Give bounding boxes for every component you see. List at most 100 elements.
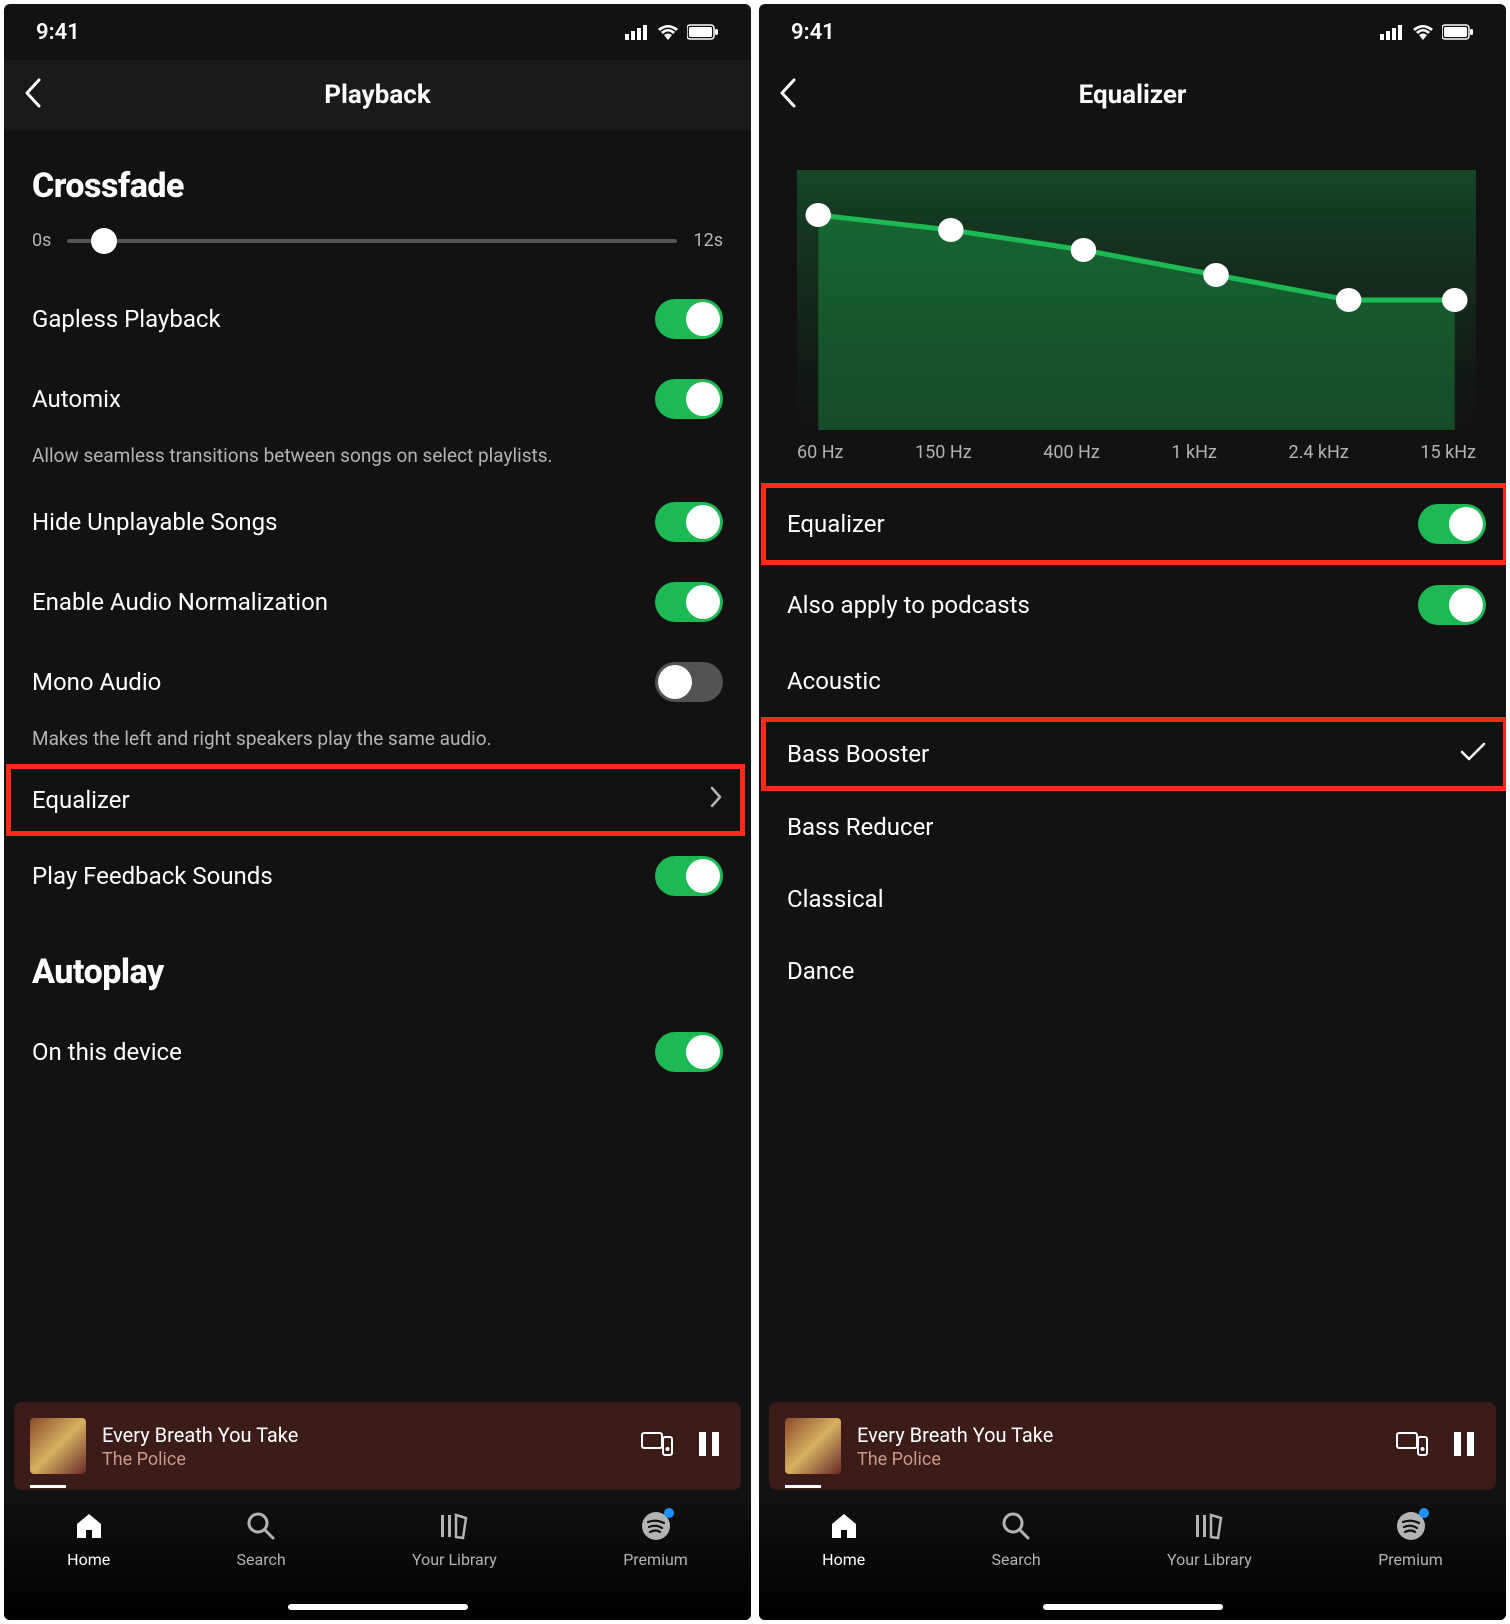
eq-label: 2.4 kHz	[1288, 442, 1348, 463]
tab-library[interactable]: Your Library	[412, 1510, 497, 1569]
toggle-knob-icon	[686, 1035, 720, 1069]
progress-indicator	[30, 1485, 66, 1488]
eq-label: 1 kHz	[1171, 442, 1216, 463]
devices-button[interactable]	[1392, 1426, 1432, 1466]
automix-row: Automix	[32, 359, 723, 439]
tab-premium[interactable]: Premium	[623, 1510, 688, 1569]
track-title: Every Breath You Take	[102, 1423, 621, 1447]
header: Playback	[4, 60, 751, 130]
automix-toggle[interactable]	[655, 379, 723, 419]
header: Equalizer	[759, 60, 1506, 130]
mono-desc: Makes the left and right speakers play t…	[32, 726, 723, 753]
gapless-row: Gapless Playback	[32, 279, 723, 359]
pause-button[interactable]	[693, 1426, 725, 1466]
back-button[interactable]	[24, 78, 42, 112]
normalize-row: Enable Audio Normalization	[32, 562, 723, 642]
preset-dance[interactable]: Dance	[787, 935, 1486, 1007]
toggle-knob-icon	[686, 382, 720, 416]
track-artist: The Police	[857, 1449, 1376, 1470]
pause-icon	[1452, 1430, 1476, 1458]
track-artist: The Police	[102, 1449, 621, 1470]
chevron-right-icon	[709, 785, 723, 815]
slider-min: 0s	[32, 230, 51, 251]
content: 60 Hz 150 Hz 400 Hz 1 kHz 2.4 kHz 15 kHz…	[759, 130, 1506, 1007]
feedback-row: Play Feedback Sounds	[32, 836, 723, 916]
battery-icon	[1442, 24, 1474, 40]
eq-label: 400 Hz	[1043, 442, 1100, 463]
page-title: Playback	[324, 80, 430, 110]
section-autoplay: Autoplay	[32, 952, 723, 992]
toggle-knob-icon	[1449, 588, 1483, 622]
hide-row: Hide Unplayable Songs	[32, 482, 723, 562]
section-crossfade: Crossfade	[32, 166, 723, 206]
now-playing-bar[interactable]: Every Breath You Take The Police	[14, 1402, 741, 1490]
mono-label: Mono Audio	[32, 668, 161, 696]
tab-home[interactable]: Home	[67, 1510, 110, 1569]
signal-icon	[625, 24, 649, 40]
preset-classical[interactable]: Classical	[787, 863, 1486, 935]
home-icon	[828, 1510, 860, 1542]
gapless-toggle[interactable]	[655, 299, 723, 339]
preset-label: Acoustic	[787, 667, 881, 695]
tab-home-label: Home	[67, 1550, 110, 1569]
home-icon	[73, 1510, 105, 1542]
back-button[interactable]	[779, 78, 797, 112]
equalizer-graph[interactable]	[797, 170, 1476, 430]
crossfade-slider-row: 0s 12s	[32, 230, 723, 251]
wifi-icon	[1412, 24, 1434, 40]
mono-toggle[interactable]	[655, 662, 723, 702]
preset-bass-reducer[interactable]: Bass Reducer	[787, 791, 1486, 863]
equalizer-screen: 9:41 Equalizer 60 Hz	[759, 4, 1506, 1620]
tab-premium[interactable]: Premium	[1378, 1510, 1443, 1569]
now-playing-text: Every Breath You Take The Police	[102, 1423, 621, 1470]
podcasts-label: Also apply to podcasts	[787, 591, 1030, 619]
pause-icon	[697, 1430, 721, 1458]
home-indicator-icon	[288, 1604, 468, 1610]
tab-home[interactable]: Home	[822, 1510, 865, 1569]
status-icons	[625, 24, 719, 40]
pause-button[interactable]	[1448, 1426, 1480, 1466]
progress-indicator	[785, 1485, 821, 1488]
equalizer-toggle[interactable]	[1418, 504, 1486, 544]
hide-toggle[interactable]	[655, 502, 723, 542]
crossfade-slider[interactable]	[67, 239, 677, 243]
tab-library[interactable]: Your Library	[1167, 1510, 1252, 1569]
eq-freq-labels: 60 Hz 150 Hz 400 Hz 1 kHz 2.4 kHz 15 kHz	[797, 442, 1476, 463]
tab-bar: Home Search Your Library Premium	[4, 1492, 751, 1620]
normalize-toggle[interactable]	[655, 582, 723, 622]
album-art	[30, 1418, 86, 1474]
search-icon	[1000, 1510, 1032, 1542]
track-title: Every Breath You Take	[857, 1423, 1376, 1447]
slider-max: 12s	[693, 230, 723, 251]
preset-bass-booster[interactable]: Bass Booster	[787, 722, 1486, 786]
search-icon	[245, 1510, 277, 1542]
feedback-toggle[interactable]	[655, 856, 723, 896]
feedback-label: Play Feedback Sounds	[32, 862, 273, 890]
podcasts-toggle[interactable]	[1418, 585, 1486, 625]
hide-label: Hide Unplayable Songs	[32, 508, 277, 536]
status-time: 9:41	[791, 20, 835, 45]
equalizer-toggle-label: Equalizer	[787, 510, 885, 538]
status-bar: 9:41	[759, 4, 1506, 60]
tab-library-label: Your Library	[1167, 1550, 1252, 1569]
equalizer-label: Equalizer	[32, 786, 130, 814]
now-playing-text: Every Breath You Take The Police	[857, 1423, 1376, 1470]
bass-booster-highlight: Bass Booster	[761, 717, 1506, 791]
preset-label: Bass Reducer	[787, 813, 933, 841]
status-bar: 9:41	[4, 4, 751, 60]
now-playing-bar[interactable]: Every Breath You Take The Police	[769, 1402, 1496, 1490]
notification-dot-icon	[664, 1508, 674, 1518]
library-icon	[438, 1510, 470, 1542]
tab-search[interactable]: Search	[237, 1510, 286, 1569]
equalizer-toggle-highlight: Equalizer	[761, 483, 1506, 565]
preset-label: Bass Booster	[787, 740, 929, 768]
preset-acoustic[interactable]: Acoustic	[787, 645, 1486, 717]
autoplay-device-toggle[interactable]	[655, 1032, 723, 1072]
equalizer-nav-row[interactable]: Equalizer	[32, 769, 723, 831]
eq-curve-icon	[797, 170, 1476, 430]
signal-icon	[1380, 24, 1404, 40]
tab-bar: Home Search Your Library Premium	[759, 1492, 1506, 1620]
tab-search[interactable]: Search	[992, 1510, 1041, 1569]
library-icon	[1193, 1510, 1225, 1542]
devices-button[interactable]	[637, 1426, 677, 1466]
